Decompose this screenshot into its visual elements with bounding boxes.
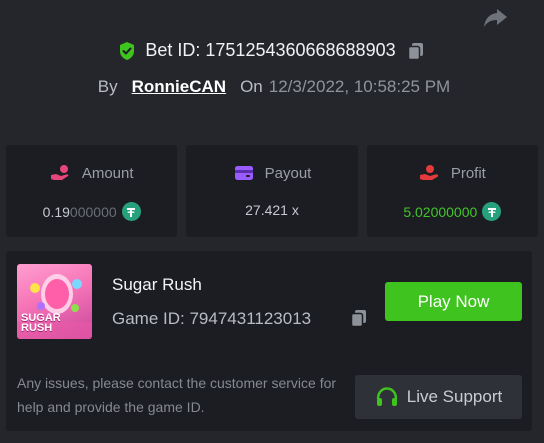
wallet-icon [234,166,253,180]
usdt-icon [482,202,502,221]
on-label: On [240,77,263,96]
live-support-button[interactable]: Live Support [355,375,522,419]
profit-header: Profit [419,163,486,183]
usdt-icon [121,202,141,221]
amount-card: Amount 0.19 000000 [6,145,178,237]
share-icon[interactable] [482,6,508,30]
amount-label: Amount [81,164,134,182]
payout-label: Payout [264,164,312,182]
hand-coins-icon [50,165,69,180]
copy-icon[interactable] [349,308,369,328]
play-now-button[interactable]: Play Now [385,282,522,321]
bet-stats: Amount 0.19 000000 Payout 27.421 x Profi… [6,145,538,237]
bet-datetime: 12/3/2022, 10:58:25 PM [268,77,451,96]
payout-header: Payout [233,163,312,183]
amount-header: Amount [50,163,134,183]
game-id: Game ID: 7947431123013 [112,309,312,328]
profit-hand-icon [419,165,439,180]
support-notice: Any issues, please contact the customer … [17,375,337,415]
bet-id-row: Bet ID: 1751254360668688903 [0,40,544,61]
profit-value: 5.02 000000 [403,202,502,221]
amount-value-dim: 000000 [69,203,117,220]
by-label: By [97,77,118,96]
bet-meta-row: By RonnieCAN On 12/3/2022, 10:58:25 PM [0,77,544,97]
game-title: Sugar Rush [112,275,202,294]
shield-check-icon [120,41,135,60]
username-link[interactable]: RonnieCAN [132,77,226,97]
amount-value: 0.19 000000 [43,202,141,221]
thumbnail-logo-line-2: RUSH [21,322,53,334]
amount-value-main: 0.19 [42,203,70,220]
thumbnail-logo: SUGAR RUSH [21,313,61,334]
profit-value-main: 5.02 [403,203,431,220]
profit-value-dim: 000000 [430,203,478,220]
copy-icon[interactable] [406,41,426,61]
profit-card: Profit 5.02 000000 [366,145,538,237]
profit-label: Profit [450,164,486,182]
headset-icon [376,387,397,406]
payout-card: Payout 27.421 x [186,145,358,237]
payout-value: 27.421 x [245,202,299,218]
game-panel: SUGAR RUSH Sugar Rush Game ID: 794743112… [6,251,532,431]
game-thumbnail[interactable]: SUGAR RUSH [17,264,92,339]
live-support-label: Live Support [406,387,503,406]
bet-id: Bet ID: 1751254360668688903 [145,40,396,60]
